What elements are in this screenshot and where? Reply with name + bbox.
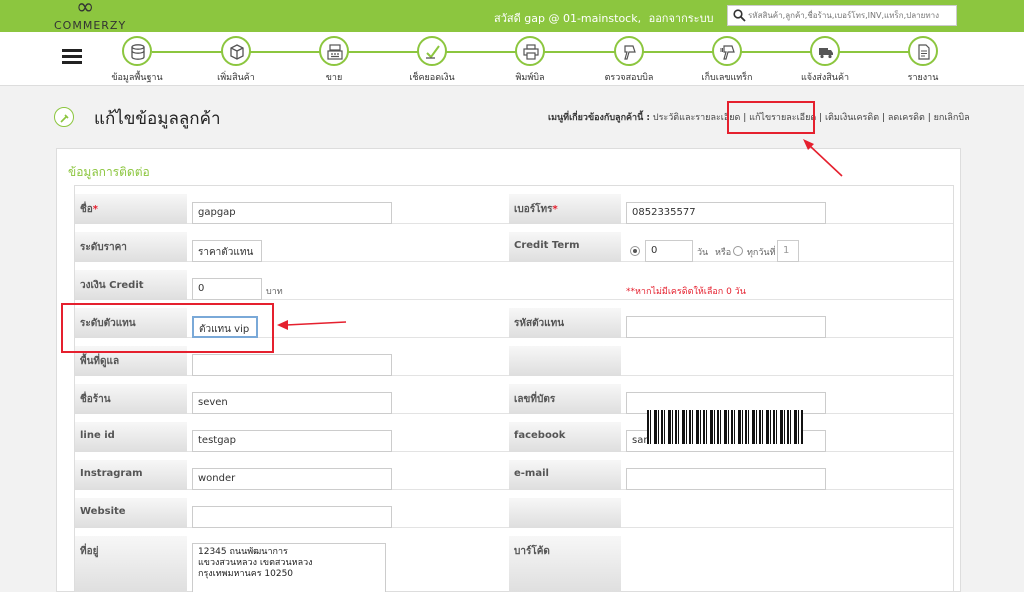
annotation-arrows: [277, 139, 843, 330]
